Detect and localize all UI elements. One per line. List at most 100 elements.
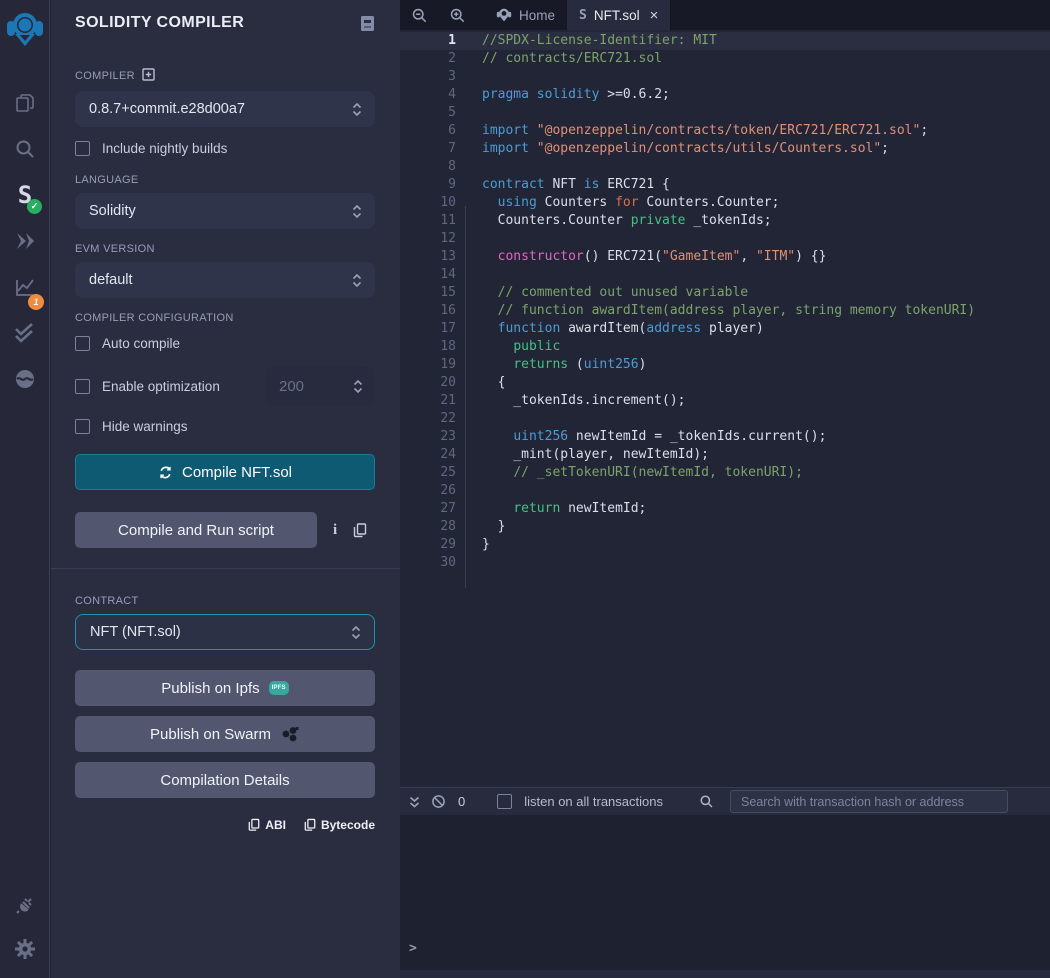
tab-home[interactable]: Home — [484, 0, 567, 30]
code-editor[interactable]: 1//SPDX-License-Identifier: MIT2// contr… — [400, 30, 1050, 787]
editor-tabbar: Home S NFT.sol × — [400, 0, 1050, 30]
copy-bytecode-button[interactable]: Bytecode — [304, 818, 375, 832]
code-line[interactable]: 8 — [400, 158, 1050, 176]
static-analysis-icon[interactable]: 1 — [0, 266, 50, 308]
code-line[interactable]: 14 — [400, 266, 1050, 284]
code-line[interactable]: 18 public — [400, 338, 1050, 356]
line-number: 14 — [400, 266, 456, 284]
stepper-arrows-icon[interactable] — [353, 379, 363, 394]
line-number: 8 — [400, 158, 456, 176]
code-line[interactable]: 20 { — [400, 374, 1050, 392]
code-line[interactable]: 15 // commented out unused variable — [400, 284, 1050, 302]
contract-select[interactable]: NFT (NFT.sol) — [75, 614, 375, 650]
code-line[interactable]: 9contract NFT is ERC721 { — [400, 176, 1050, 194]
nightly-builds-label[interactable]: Include nightly builds — [102, 141, 227, 156]
code-line[interactable]: 30 — [400, 554, 1050, 572]
listen-transactions-checkbox[interactable] — [497, 794, 512, 809]
deploy-and-run-icon[interactable] — [0, 220, 50, 262]
code-line[interactable]: 10 using Counters for Counters.Counter; — [400, 194, 1050, 212]
line-number: 23 — [400, 428, 456, 446]
copy-icon[interactable] — [353, 523, 367, 538]
code-line[interactable]: 21 _tokenIds.increment(); — [400, 392, 1050, 410]
terminal-header: 0 listen on all transactions — [400, 788, 1050, 815]
line-number: 26 — [400, 482, 456, 500]
bytecode-label: Bytecode — [321, 818, 375, 832]
compile-button[interactable]: Compile NFT.sol — [75, 454, 375, 490]
solidity-file-icon: S — [579, 8, 587, 23]
unit-testing-icon[interactable] — [0, 312, 50, 354]
collapse-terminal-icon[interactable] — [408, 795, 421, 809]
line-number: 10 — [400, 194, 456, 212]
code-line[interactable]: 28 } — [400, 518, 1050, 536]
enable-optimization-checkbox[interactable] — [75, 379, 90, 394]
sourcify-icon[interactable] — [0, 358, 50, 400]
plugin-manager-icon[interactable] — [0, 884, 50, 926]
listen-transactions-label[interactable]: listen on all transactions — [524, 794, 663, 809]
copy-icon — [304, 818, 316, 832]
code-line[interactable]: 3 — [400, 68, 1050, 86]
line-number: 3 — [400, 68, 456, 86]
evm-version-select[interactable]: default — [75, 262, 375, 298]
remix-logo[interactable] — [0, 6, 50, 54]
solidity-compiler-panel: SOLIDITY COMPILER COMPILER 0.8.7+commit.… — [51, 0, 400, 978]
code-line[interactable]: 23 uint256 newItemId = _tokenIds.current… — [400, 428, 1050, 446]
solidity-compiler-icon[interactable]: S ✓ — [0, 174, 50, 216]
compile-and-run-button[interactable]: Compile and Run script — [75, 512, 317, 548]
optimization-runs-box — [265, 367, 375, 405]
hide-warnings-label[interactable]: Hide warnings — [102, 419, 188, 434]
documentation-icon[interactable] — [360, 15, 375, 32]
line-number: 29 — [400, 536, 456, 554]
add-compiler-icon[interactable] — [142, 68, 155, 84]
publish-swarm-button[interactable]: Publish on Swarm — [75, 716, 375, 752]
optimization-runs-input[interactable] — [279, 378, 339, 395]
terminal-output[interactable]: > — [400, 815, 1050, 970]
code-line[interactable]: 13 constructor() ERC721("GameItem", "ITM… — [400, 248, 1050, 266]
indent-guide — [465, 206, 466, 588]
compilation-details-button[interactable]: Compilation Details — [75, 762, 375, 798]
pending-tx-count: 0 — [458, 794, 465, 809]
terminal: 0 listen on all transactions > — [400, 787, 1050, 978]
code-line[interactable]: 22 — [400, 410, 1050, 428]
code-line[interactable]: 24 _mint(player, newItemId); — [400, 446, 1050, 464]
code-line[interactable]: 19 returns (uint256) — [400, 356, 1050, 374]
refresh-icon — [158, 465, 173, 480]
compiler-version-value: 0.8.7+commit.e28d00a7 — [89, 101, 245, 117]
language-select[interactable]: Solidity — [75, 193, 375, 229]
code-line[interactable]: 16 // function awardItem(address player,… — [400, 302, 1050, 320]
code-line[interactable]: 1//SPDX-License-Identifier: MIT — [400, 32, 1050, 50]
auto-compile-label[interactable]: Auto compile — [102, 336, 180, 351]
code-line[interactable]: 25 // _setTokenURI(newItemId, tokenURI); — [400, 464, 1050, 482]
hide-warnings-checkbox[interactable] — [75, 419, 90, 434]
terminal-search-input[interactable] — [730, 790, 1008, 813]
info-icon[interactable]: i — [333, 522, 337, 539]
code-line[interactable]: 27 return newItemId; — [400, 500, 1050, 518]
code-line[interactable]: 17 function awardItem(address player) — [400, 320, 1050, 338]
nightly-builds-checkbox[interactable] — [75, 141, 90, 156]
tab-nft-sol[interactable]: S NFT.sol × — [567, 0, 671, 30]
zoom-out-icon[interactable] — [400, 0, 438, 30]
code-line[interactable]: 2// contracts/ERC721.sol — [400, 50, 1050, 68]
code-line[interactable]: 12 — [400, 230, 1050, 248]
search-icon[interactable] — [0, 128, 50, 170]
code-line[interactable]: 11 Counters.Counter private _tokenIds; — [400, 212, 1050, 230]
code-line[interactable]: 5 — [400, 104, 1050, 122]
compiler-version-select[interactable]: 0.8.7+commit.e28d00a7 — [75, 91, 375, 127]
code-line[interactable]: 4pragma solidity >=0.6.2; — [400, 86, 1050, 104]
close-tab-icon[interactable]: × — [650, 7, 659, 24]
code-line[interactable]: 29} — [400, 536, 1050, 554]
zoom-in-icon[interactable] — [438, 0, 476, 30]
line-number: 9 — [400, 176, 456, 194]
code-line[interactable]: 6import "@openzeppelin/contracts/token/E… — [400, 122, 1050, 140]
publish-ipfs-button[interactable]: Publish on Ipfs IPFS — [75, 670, 375, 706]
abi-label: ABI — [265, 818, 286, 832]
line-number: 20 — [400, 374, 456, 392]
select-arrows-icon — [352, 102, 362, 117]
settings-icon[interactable] — [0, 928, 50, 970]
clear-console-icon[interactable] — [431, 794, 446, 809]
auto-compile-checkbox[interactable] — [75, 336, 90, 351]
code-line[interactable]: 7import "@openzeppelin/contracts/utils/C… — [400, 140, 1050, 158]
code-line[interactable]: 26 — [400, 482, 1050, 500]
copy-abi-button[interactable]: ABI — [248, 818, 286, 832]
file-explorer-icon[interactable] — [0, 82, 50, 124]
enable-optimization-label[interactable]: Enable optimization — [102, 379, 220, 394]
